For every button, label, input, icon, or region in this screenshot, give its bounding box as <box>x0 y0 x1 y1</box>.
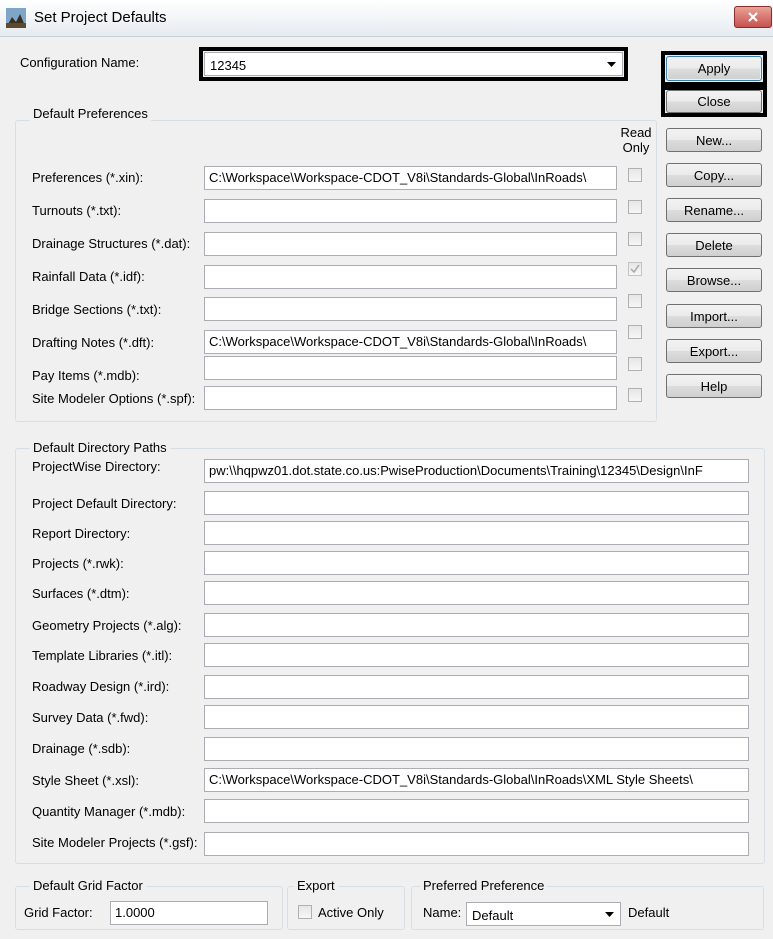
preferred-preference-select[interactable]: Default <box>466 902 621 926</box>
pay-items-field[interactable] <box>204 356 617 380</box>
turnouts-read-only-checkbox[interactable] <box>628 200 642 214</box>
bridge-sections-field[interactable] <box>204 297 617 321</box>
drainage-label: Drainage (*.sdb): <box>32 741 131 756</box>
drainage-structures-read-only-checkbox[interactable] <box>628 232 642 246</box>
drafting-notes-field[interactable]: C:\Workspace\Workspace-CDOT_V8i\Standard… <box>204 330 617 354</box>
template-libraries-label: Template Libraries (*.itl): <box>32 648 173 663</box>
surfaces-label: Surfaces (*.dtm): <box>32 586 130 601</box>
close-window-button[interactable] <box>734 6 772 28</box>
rainfall-data-read-only-checkbox[interactable] <box>628 262 642 276</box>
projectwise-directory-field[interactable]: pw:\\hqpwz01.dot.state.co.us:PwiseProduc… <box>204 459 749 483</box>
active-only-label: Active Only <box>318 905 384 920</box>
delete-button[interactable]: Delete <box>666 233 762 257</box>
site-modeler-options-read-only-checkbox[interactable] <box>628 388 642 402</box>
projectwise-directory-label: ProjectWise Directory: <box>32 459 161 474</box>
roadway-design-field[interactable] <box>204 675 749 699</box>
apply-button[interactable]: Apply <box>666 56 762 81</box>
preferred-preference-title: Preferred Preference <box>420 878 548 893</box>
window-title: Set Project Defaults <box>34 9 167 26</box>
export-group-title: Export <box>294 878 338 893</box>
help-button[interactable]: Help <box>666 374 762 398</box>
template-libraries-field[interactable] <box>204 643 749 667</box>
default-preferences-title: Default Preferences <box>30 106 151 121</box>
site-modeler-options-label: Site Modeler Options (*.spf): <box>32 391 196 406</box>
turnouts-label: Turnouts (*.txt): <box>32 203 122 218</box>
style-sheet-label: Style Sheet (*.xsl): <box>32 773 139 788</box>
configuration-name-select[interactable]: 12345 <box>204 52 623 76</box>
survey-data-label: Survey Data (*.fwd): <box>32 710 149 725</box>
preferred-preference-value: Default <box>472 908 514 923</box>
bridge-sections-read-only-checkbox[interactable] <box>628 294 642 308</box>
default-grid-factor-title: Default Grid Factor <box>30 878 146 893</box>
configuration-name-value: 12345 <box>210 58 247 73</box>
project-default-directory-label: Project Default Directory: <box>32 496 177 511</box>
checkmark-icon <box>630 264 640 274</box>
preferences-read-only-checkbox[interactable] <box>628 168 642 182</box>
title-bar: Set Project Defaults <box>0 0 773 37</box>
report-directory-field[interactable] <box>204 521 749 545</box>
preferred-name-label: Name: <box>423 905 462 920</box>
close-button[interactable]: Close <box>666 90 762 113</box>
site-modeler-projects-label: Site Modeler Projects (*.gsf): <box>32 835 198 850</box>
default-directory-paths-title: Default Directory Paths <box>30 440 170 455</box>
grid-factor-field[interactable]: 1.0000 <box>110 901 268 925</box>
preferred-preference-status: Default <box>628 905 670 920</box>
pay-items-label: Pay Items (*.mdb): <box>32 368 140 383</box>
project-default-directory-field[interactable] <box>204 491 749 515</box>
chevron-down-icon <box>605 912 614 917</box>
quantity-manager-field[interactable] <box>204 799 749 823</box>
survey-data-field[interactable] <box>204 705 749 729</box>
rainfall-data-label: Rainfall Data (*.idf): <box>32 269 145 284</box>
pay-items-read-only-checkbox[interactable] <box>628 357 642 371</box>
geometry-projects-label: Geometry Projects (*.alg): <box>32 618 182 633</box>
style-sheet-field[interactable]: C:\Workspace\Workspace-CDOT_V8i\Standard… <box>204 768 749 792</box>
turnouts-field[interactable] <box>204 199 617 223</box>
drafting-notes-label: Drafting Notes (*.dft): <box>32 335 155 350</box>
site-modeler-projects-field[interactable] <box>204 832 749 856</box>
new-button[interactable]: New... <box>666 128 762 152</box>
preferences-label: Preferences (*.xin): <box>32 170 144 185</box>
rainfall-data-field[interactable] <box>204 265 617 289</box>
chevron-down-icon <box>607 62 616 67</box>
drainage-structures-field[interactable] <box>204 232 617 256</box>
browse-button[interactable]: Browse... <box>666 268 762 292</box>
import-button[interactable]: Import... <box>666 304 762 328</box>
app-icon <box>6 8 26 28</box>
drafting-notes-read-only-checkbox[interactable] <box>628 325 642 339</box>
projects-label: Projects (*.rwk): <box>32 556 124 571</box>
rename-button[interactable]: Rename... <box>666 198 762 222</box>
preferences-field[interactable]: C:\Workspace\Workspace-CDOT_V8i\Standard… <box>204 166 617 190</box>
export-button[interactable]: Export... <box>666 339 762 363</box>
roadway-design-label: Roadway Design (*.ird): <box>32 679 170 694</box>
quantity-manager-label: Quantity Manager (*.mdb): <box>32 804 186 819</box>
active-only-checkbox[interactable] <box>298 905 312 919</box>
copy-button[interactable]: Copy... <box>666 163 762 187</box>
projects-field[interactable] <box>204 551 749 575</box>
surfaces-field[interactable] <box>204 581 749 605</box>
read-only-header-line1: Read <box>620 125 652 140</box>
drainage-field[interactable] <box>204 737 749 761</box>
drainage-structures-label: Drainage Structures (*.dat): <box>32 236 191 251</box>
close-icon <box>748 12 758 22</box>
report-directory-label: Report Directory: <box>32 526 131 541</box>
site-modeler-options-field[interactable] <box>204 386 617 410</box>
geometry-projects-field[interactable] <box>204 613 749 637</box>
grid-factor-label: Grid Factor: <box>24 905 93 920</box>
bridge-sections-label: Bridge Sections (*.txt): <box>32 302 162 317</box>
read-only-header-line2: Only <box>622 140 650 155</box>
configuration-name-label: Configuration Name: <box>20 55 140 70</box>
